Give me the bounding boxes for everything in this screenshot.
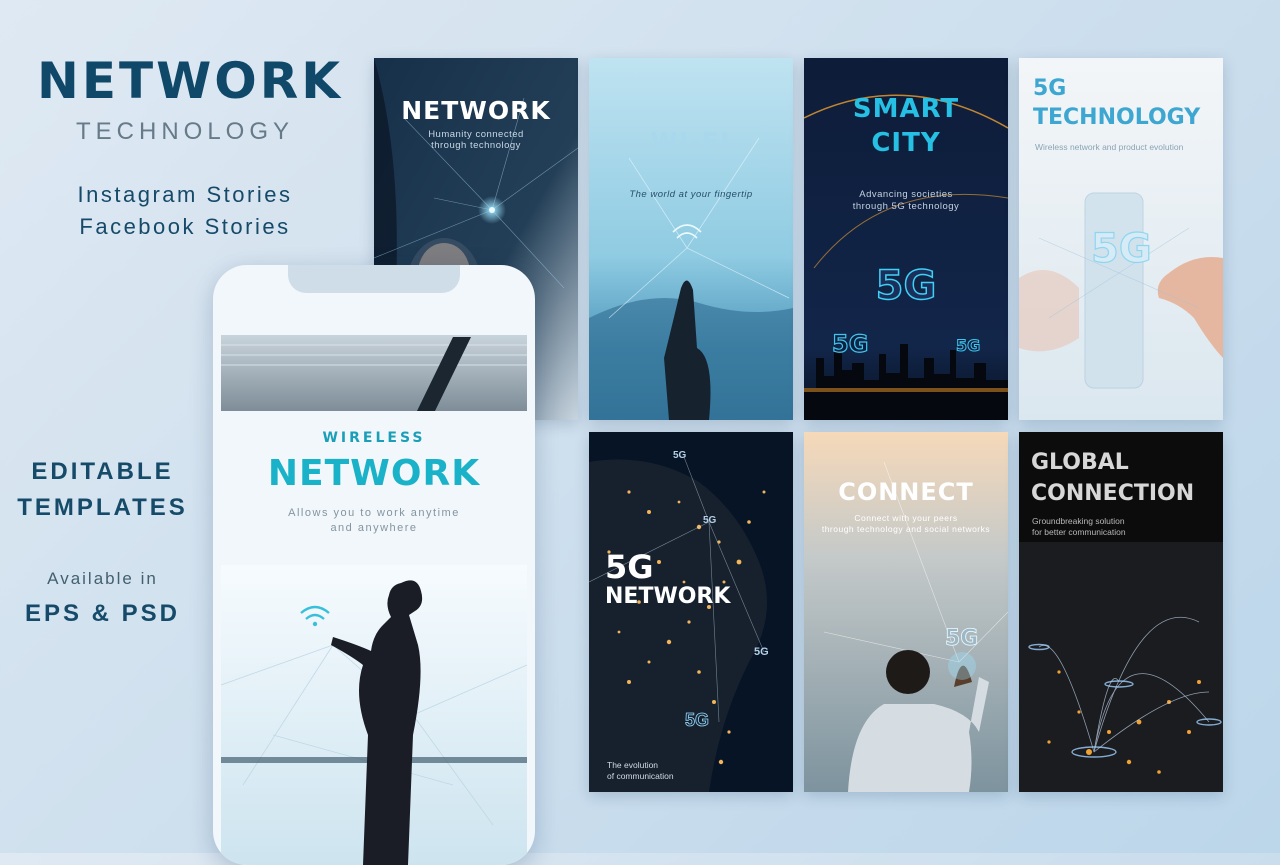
template-card-wifi[interactable]: WI-FI The world at your fingertip — [589, 58, 793, 420]
network5g-badge-3: 5G — [754, 646, 769, 658]
tech5g-sub: Wireless network and product evolution — [1035, 142, 1184, 152]
connect-card-sub2: through technology and social networks — [821, 524, 991, 534]
phone-title: NETWORK — [267, 453, 481, 494]
tech5g-badge: 5G — [1090, 225, 1152, 272]
network5g-badge-4: 5G — [685, 710, 710, 731]
template-card-5g-network[interactable]: 5G NETWORK 5G 5G 5G 5G The evolution of … — [589, 432, 793, 792]
promo-available: Available in — [47, 569, 158, 588]
template-card-smart-city[interactable]: SMART CITY Advancing societies through 5… — [804, 58, 1008, 420]
global-sub1: Groundbreaking solution — [1032, 516, 1125, 526]
phone-screen-art — [220, 335, 528, 865]
promo-editable: EDITABLE — [31, 458, 174, 485]
phone-mockup: WIRELESS NETWORK Allows you to work anyt… — [213, 265, 535, 865]
network-card-title: NETWORK — [401, 96, 551, 125]
smart-city-sub2: through 5G technology — [852, 201, 960, 212]
promo-formats: EPS & PSD — [24, 600, 181, 627]
network5g-title-2: NETWORK — [605, 584, 731, 609]
phone-sub2: and anywhere — [330, 522, 418, 534]
network5g-title-1: 5G — [605, 548, 654, 586]
network5g-sub2: of communication — [607, 771, 674, 781]
network5g-sub1: The evolution — [607, 760, 659, 770]
template-card-global-connection[interactable]: GLOBAL CONNECTION Groundbreaking solutio… — [1019, 432, 1223, 792]
promo-line-instagram: Instagram Stories — [77, 182, 293, 207]
smart-city-5g-badge: 5G — [875, 262, 937, 310]
global-title-1: GLOBAL — [1031, 450, 1129, 475]
promo-line-facebook: Facebook Stories — [79, 214, 291, 239]
smart-city-5g-right: 5G — [955, 336, 981, 356]
promo-templates: TEMPLATES — [17, 494, 188, 521]
smart-city-title-2: CITY — [871, 128, 941, 158]
network5g-badge-2: 5G — [703, 515, 717, 526]
network5g-card-background — [589, 432, 793, 792]
wifi-card-sub: The world at your fingertip — [629, 189, 753, 200]
phone-kicker: WIRELESS — [322, 430, 426, 446]
network5g-badge-1: 5G — [673, 450, 687, 461]
global-sub2: for better communication — [1032, 527, 1126, 537]
smart-city-5g-left: 5G — [831, 329, 869, 358]
network-card-sub2: through technology — [431, 140, 521, 151]
wifi-card-title: WI-FI — [650, 128, 732, 156]
promo-title: NETWORK — [36, 52, 343, 110]
connect-card-title: CONNECT — [838, 478, 974, 506]
wifi-card-background — [589, 58, 793, 420]
template-card-5g-technology[interactable]: 5G TECHNOLOGY Wireless network and produ… — [1019, 58, 1223, 420]
connect-5g-badge: 5G — [945, 626, 979, 652]
global-title-2: CONNECTION — [1031, 481, 1195, 506]
template-card-connect[interactable]: CONNECT Connect with your peers through … — [804, 432, 1008, 792]
tech5g-title-1: 5G — [1033, 76, 1067, 101]
tech5g-title-2: TECHNOLOGY — [1033, 105, 1201, 130]
promo-subtitle: TECHNOLOGY — [75, 118, 295, 145]
smart-city-title-1: SMART — [852, 94, 960, 124]
phone-sub1: Allows you to work anytime — [288, 507, 460, 519]
